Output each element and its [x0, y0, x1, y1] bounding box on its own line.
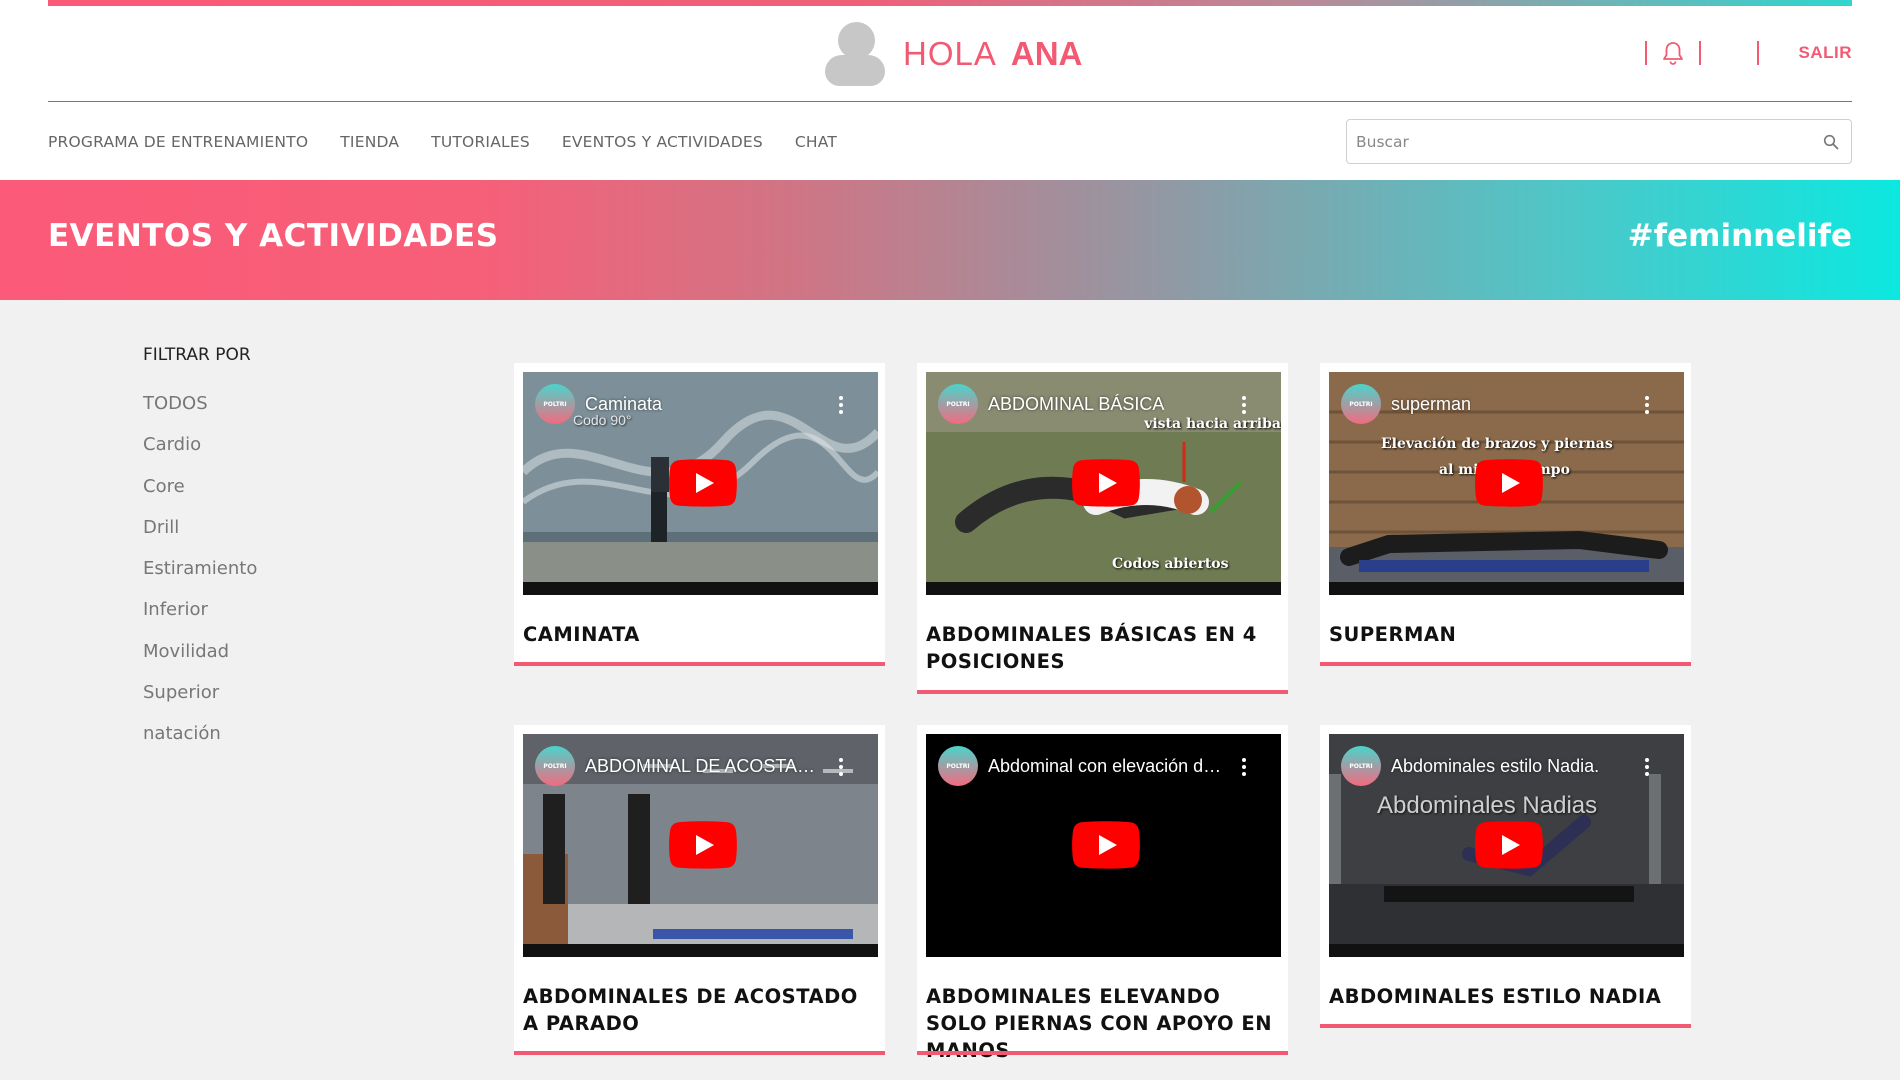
card-accent-bar — [917, 690, 1288, 694]
card-accent-bar — [1320, 1024, 1691, 1028]
bell-icon[interactable] — [1659, 39, 1687, 67]
channel-logo-icon: POLTRI — [535, 746, 575, 786]
filter-item-inferior[interactable]: Inferior — [143, 597, 257, 638]
search-box — [1346, 119, 1852, 164]
hashtag: #feminnelife — [1627, 218, 1852, 254]
play-button-icon[interactable] — [669, 821, 737, 869]
video-card-title[interactable]: ABDOMINALES DE ACOSTADO A PARADO — [523, 983, 878, 1037]
filter-item-movilidad[interactable]: Movilidad — [143, 639, 257, 680]
filter-sidebar: FILTRAR POR TODOS Cardio Core Drill Esti… — [143, 345, 257, 763]
divider — [1756, 41, 1759, 65]
video-overlay-text: Codos abiertos — [1112, 556, 1229, 572]
nav-item-tutoriales[interactable]: TUTORIALES — [431, 122, 530, 162]
video-card[interactable]: POLTRI ABDOMINAL BÁSICA vista hacia arri… — [917, 363, 1288, 694]
channel-logo-icon: POLTRI — [938, 384, 978, 424]
video-thumbnail[interactable]: POLTRI ABDOMINAL DE ACOSTADO A PARADO — [523, 734, 878, 957]
video-card-title[interactable]: SUPERMAN — [1329, 621, 1684, 648]
video-title: superman — [1391, 393, 1472, 414]
video-card[interactable]: POLTRI Abdominales estilo Nadia. Abdomin… — [1320, 725, 1691, 1028]
avatar[interactable] — [825, 22, 885, 86]
main-nav: PROGRAMA DE ENTRENAMIENTO TIENDA TUTORIA… — [48, 122, 869, 162]
video-header: POLTRI Abdominal con elevación de pierna… — [938, 746, 1228, 786]
channel-logo-icon: POLTRI — [1341, 384, 1381, 424]
video-title: Abdominales estilo Nadia. — [1391, 755, 1600, 776]
more-options-icon[interactable] — [1645, 758, 1649, 779]
play-button-icon[interactable] — [1072, 821, 1140, 869]
search-icon[interactable] — [1811, 122, 1851, 162]
user-greeting: HOLA ANA — [825, 22, 1082, 86]
header-divider — [48, 101, 1852, 102]
filter-item-drill[interactable]: Drill — [143, 515, 257, 556]
filter-item-todos[interactable]: TODOS — [143, 391, 257, 432]
card-accent-bar — [1320, 662, 1691, 666]
channel-logo-icon: POLTRI — [535, 384, 575, 424]
nav-item-chat[interactable]: CHAT — [795, 122, 837, 162]
greeting-text: HOLA — [903, 35, 997, 72]
filter-item-cardio[interactable]: Cardio — [143, 432, 257, 473]
logout-button[interactable]: SALIR — [1799, 43, 1853, 63]
video-card-title[interactable]: ABDOMINALES ESTILO NADIA — [1329, 983, 1684, 1010]
video-thumbnail[interactable]: POLTRI Abdominales estilo Nadia. Abdomin… — [1329, 734, 1684, 957]
top-header: HOLA ANA SALIR PROGRAMA DE ENTRENAMIENTO… — [0, 0, 1900, 180]
divider — [1698, 41, 1701, 65]
play-button-icon[interactable] — [1072, 459, 1140, 507]
video-thumbnail[interactable]: POLTRI superman Elevación de brazos y pi… — [1329, 372, 1684, 595]
video-card-title[interactable]: CAMINATA — [523, 621, 878, 648]
top-gradient-line — [48, 0, 1852, 6]
filter-heading: FILTRAR POR — [143, 345, 251, 365]
search-input[interactable] — [1347, 120, 1811, 163]
nav-item-eventos[interactable]: EVENTOS Y ACTIVIDADES — [562, 122, 763, 162]
nav-item-tienda[interactable]: TIENDA — [340, 122, 399, 162]
more-options-icon[interactable] — [1645, 396, 1649, 417]
video-overlay-text: Abdominales Nadias — [1377, 792, 1598, 819]
play-button-icon[interactable] — [1475, 459, 1543, 507]
more-options-icon[interactable] — [839, 396, 843, 417]
play-button-icon[interactable] — [1475, 821, 1543, 869]
video-title: ABDOMINAL BÁSICA — [988, 393, 1165, 414]
video-card[interactable]: POLTRI ABDOMINAL DE ACOSTADO A PARADO AB… — [514, 725, 885, 1055]
card-accent-bar — [514, 1051, 885, 1055]
video-thumbnail[interactable]: POLTRI Abdominal con elevación de pierna… — [926, 734, 1281, 957]
video-title: ABDOMINAL DE ACOSTADO A PARADO — [585, 755, 825, 776]
channel-logo-icon: POLTRI — [1341, 746, 1381, 786]
video-card[interactable]: POLTRI superman Elevación de brazos y pi… — [1320, 363, 1691, 666]
video-thumbnail[interactable]: POLTRI Caminata Codo 90° — [523, 372, 878, 595]
header-actions: SALIR — [1644, 38, 1853, 68]
user-name: ANA — [1010, 35, 1083, 72]
video-overlay-text: Codo 90° — [573, 412, 632, 428]
page-title: EVENTOS Y ACTIVIDADES — [48, 218, 499, 254]
video-header: POLTRI ABDOMINAL DE ACOSTADO A PARADO — [535, 746, 825, 786]
channel-logo-icon: POLTRI — [938, 746, 978, 786]
video-card[interactable]: POLTRI Caminata Codo 90° CAMINATA — [514, 363, 885, 666]
video-header: POLTRI ABDOMINAL BÁSICA — [938, 384, 1164, 424]
more-options-icon[interactable] — [839, 758, 843, 779]
card-accent-bar — [514, 662, 885, 666]
video-header: POLTRI Abdominales estilo Nadia. — [1341, 746, 1599, 786]
filter-item-natacion[interactable]: natación — [143, 721, 257, 762]
more-options-icon[interactable] — [1242, 396, 1246, 417]
filter-item-estiramiento[interactable]: Estiramiento — [143, 556, 257, 597]
more-options-icon[interactable] — [1242, 758, 1246, 779]
divider — [1644, 41, 1647, 65]
filter-item-superior[interactable]: Superior — [143, 680, 257, 721]
video-card[interactable]: POLTRI Abdominal con elevación de pierna… — [917, 725, 1288, 1062]
video-overlay-text: Elevación de brazos y piernas — [1381, 436, 1613, 452]
video-header: POLTRI superman — [1341, 384, 1471, 424]
video-title: Abdominal con elevación de piernas — [988, 755, 1228, 776]
video-overlay-text: vista hacia arriba — [1144, 416, 1281, 432]
card-accent-bar — [917, 1051, 1288, 1055]
filter-item-core[interactable]: Core — [143, 474, 257, 515]
video-card-title[interactable]: ABDOMINALES BÁSICAS EN 4 POSICIONES — [926, 621, 1281, 675]
play-button-icon[interactable] — [669, 459, 737, 507]
page-banner: EVENTOS Y ACTIVIDADES #feminnelife — [0, 180, 1900, 300]
video-thumbnail[interactable]: POLTRI ABDOMINAL BÁSICA vista hacia arri… — [926, 372, 1281, 595]
nav-item-programa[interactable]: PROGRAMA DE ENTRENAMIENTO — [48, 122, 308, 162]
